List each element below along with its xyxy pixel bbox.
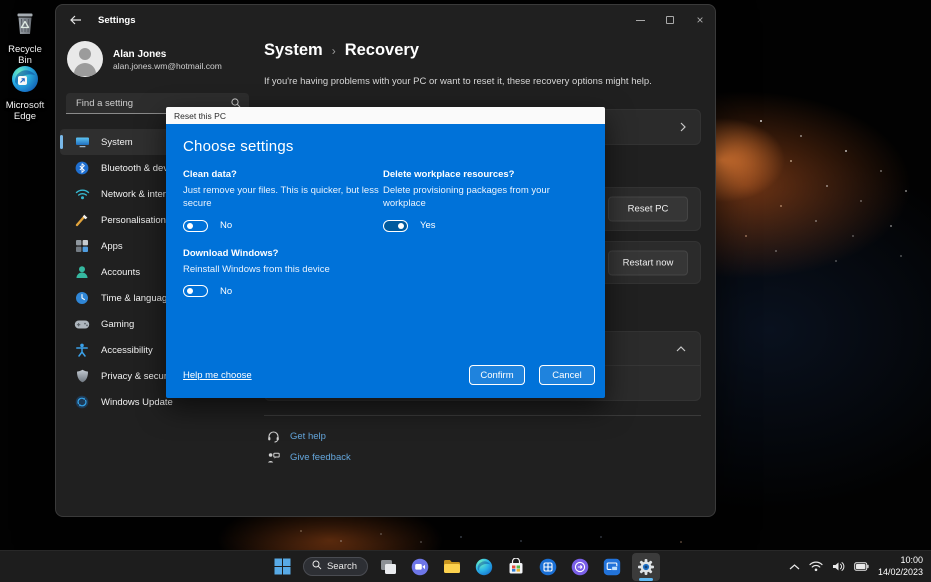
profile-block[interactable]: Alan Jones alan.jones.wm@hotmail.com [67,41,256,77]
feedback-icon [266,451,280,464]
accessibility-icon [74,342,90,358]
maximize-button[interactable] [655,5,685,35]
settings-gear-icon[interactable] [632,552,661,581]
taskbar: Search 10:00 14/02/2023 [0,550,931,582]
page-title: Recovery [344,41,420,59]
apps-icon [74,238,90,254]
dialog-heading: Choose settings [183,138,294,155]
tray-volume-icon[interactable] [832,561,845,572]
tray-chevron-up-icon[interactable] [789,563,800,570]
minimize-button[interactable] [625,5,655,35]
shield-icon [74,368,90,384]
office-app-icon[interactable] [568,555,592,579]
chevron-up-icon [676,345,686,352]
selected-accent-bar [60,135,63,149]
microsoft-store-icon[interactable] [504,555,528,579]
option-download-windows: Download Windows? Reinstall Windows from… [183,247,330,298]
wallpaper-sparkles [0,0,2,2]
app-grid-icon[interactable] [536,555,560,579]
window-title: Settings [98,14,136,26]
reset-this-pc-dialog: Reset this PC Choose settings Clean data… [166,107,605,398]
profile-email: alan.jones.wm@hotmail.com [113,60,222,71]
gamepad-icon [74,316,90,332]
dialog-title: Reset this PC [166,107,605,124]
wifi-icon [74,186,90,202]
teams-chat-icon[interactable] [408,555,432,579]
breadcrumb-chevron-icon: › [331,44,336,58]
search-icon [312,560,322,573]
confirm-button[interactable]: Confirm [469,365,525,385]
give-feedback-link[interactable]: Give feedback [266,449,351,465]
divider [264,415,701,416]
option-clean-data: Clean data? Just remove your files. This… [183,169,379,232]
back-button[interactable] [62,9,90,31]
tray-wifi-icon[interactable] [809,561,823,572]
breadcrumb: System › Recovery [264,41,419,60]
get-help-link[interactable]: Get help [266,428,326,444]
clean-data-toggle[interactable] [183,219,208,232]
clock-time: 10:00 [900,555,923,566]
reset-pc-button[interactable]: Reset PC [608,196,688,222]
account-icon [74,264,90,280]
desktop-icon-recycle-bin[interactable]: Recycle Bin [0,8,50,67]
active-app-indicator [639,578,654,581]
bluetooth-icon [74,160,90,176]
tray-battery-icon[interactable] [854,562,869,571]
clock-icon [74,290,90,306]
edge-icon[interactable] [472,555,496,579]
dialog-body: Choose settings Clean data? Just remove … [166,124,605,398]
window-titlebar: Settings × [56,5,715,35]
task-view-icon[interactable] [376,555,400,579]
avatar [67,41,103,77]
update-icon [74,394,90,410]
system-icon [74,134,90,150]
desktop-icon-edge[interactable]: Microsoft Edge [0,64,50,123]
desktop-icon-label: Microsoft Edge [5,100,45,122]
taskbar-clock[interactable]: 10:00 14/02/2023 [878,555,923,578]
file-explorer-icon[interactable] [440,555,464,579]
breadcrumb-system[interactable]: System [264,41,323,60]
restart-now-button[interactable]: Restart now [608,250,688,275]
chevron-right-icon [680,122,686,132]
remote-desktop-icon[interactable] [600,555,624,579]
profile-name: Alan Jones [113,48,167,60]
delete-workplace-toggle[interactable] [383,219,408,232]
start-button[interactable] [271,555,295,579]
download-windows-toggle[interactable] [183,285,208,298]
paintbrush-icon [74,212,90,228]
option-delete-workplace: Delete workplace resources? Delete provi… [383,169,550,232]
shortcut-arrow-badge [18,76,27,85]
page-description: If you're having problems with your PC o… [264,76,652,87]
close-button[interactable]: × [685,5,715,35]
clock-date: 14/02/2023 [877,566,923,577]
recycle-bin-icon [10,13,40,42]
edge-icon [10,64,40,99]
taskbar-search[interactable]: Search [302,557,369,576]
help-me-choose-link[interactable]: Help me choose [183,370,252,381]
cancel-button[interactable]: Cancel [539,365,595,385]
get-help-icon [266,430,280,443]
